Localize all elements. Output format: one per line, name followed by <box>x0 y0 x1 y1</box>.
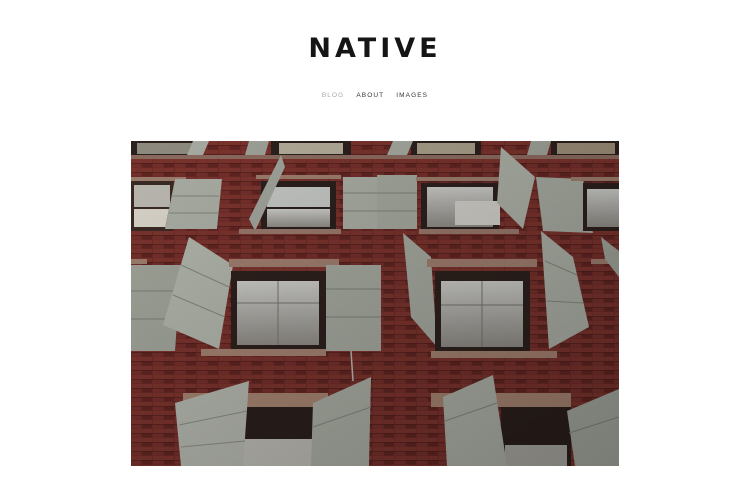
nav-item-blog[interactable]: BLOG <box>322 92 344 99</box>
main-nav: BLOG ABOUT IMAGES <box>0 92 750 99</box>
hero-image <box>131 141 619 466</box>
nav-item-images[interactable]: IMAGES <box>396 92 428 99</box>
page: NATIVE BLOG ABOUT IMAGES <box>0 0 750 480</box>
nav-item-about[interactable]: ABOUT <box>356 92 384 99</box>
building-photo <box>131 141 619 466</box>
site-title[interactable]: NATIVE <box>0 33 750 64</box>
